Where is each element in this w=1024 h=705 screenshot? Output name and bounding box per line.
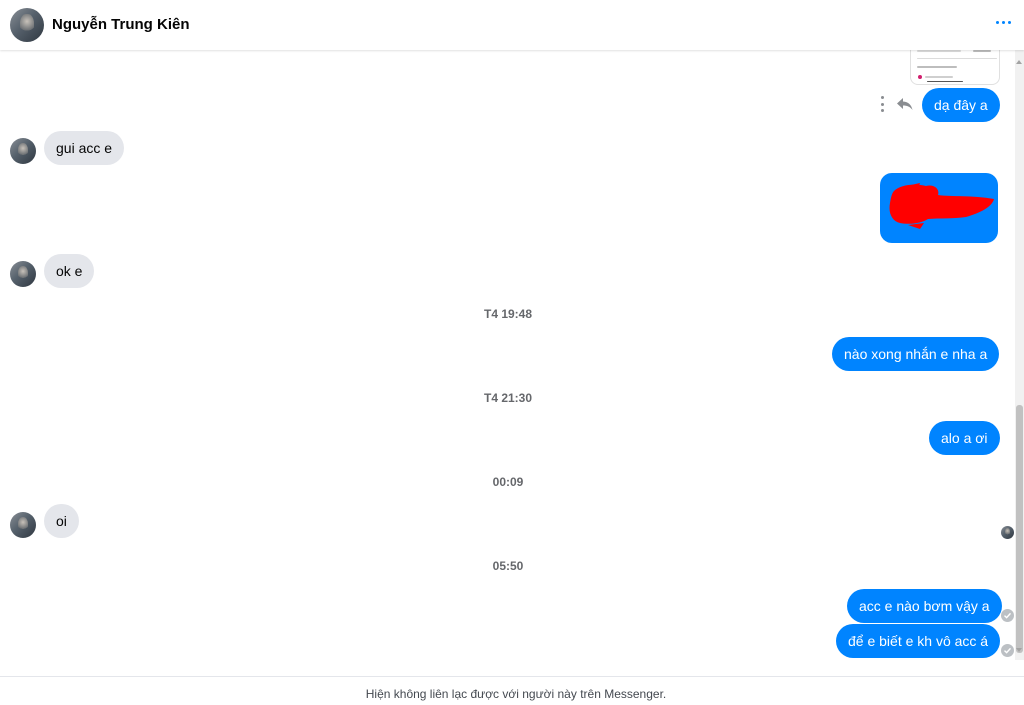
seen-indicator-avatar [1001,526,1014,539]
incoming-message[interactable]: gui acc e [44,131,125,165]
scroll-up-arrow-icon[interactable] [1016,60,1022,64]
reply-icon[interactable] [896,96,914,112]
timestamp-divider: 05:50 [492,559,524,573]
scrollbar[interactable] [1015,50,1024,660]
unavailable-notice: Hiện không liên lạc được với người này t… [365,687,667,701]
more-options-icon[interactable] [878,96,886,112]
outgoing-message[interactable]: dạ đây a [922,88,1000,122]
timestamp-divider: T4 21:30 [483,391,533,405]
contact-avatar[interactable] [10,138,36,164]
red-scribble [889,183,994,229]
contact-avatar[interactable] [10,512,36,538]
sent-check-icon [1001,609,1014,622]
incoming-message[interactable]: ok e [44,254,95,288]
outgoing-message[interactable]: nào xong nhắn e nha a [832,337,1000,371]
scrollbar-thumb[interactable] [1016,405,1023,653]
screenshot-image-attachment[interactable] [910,44,1000,85]
outgoing-message[interactable]: acc e nào bơm vậy a [847,589,1002,623]
incoming-message[interactable]: oi [44,504,79,538]
conversation-header: Nguyễn Trung Kiên [0,0,1024,50]
contact-avatar[interactable] [10,8,44,42]
scroll-down-arrow-icon[interactable] [1016,648,1022,652]
timestamp-divider: 00:09 [492,475,524,489]
outgoing-message[interactable]: alo a ơi [929,421,1000,455]
composer-unavailable-bar: Hiện không liên lạc được với người này t… [0,676,1024,705]
timestamp-divider: T4 19:48 [483,307,533,321]
redacted-image-attachment[interactable] [880,173,998,243]
contact-name[interactable]: Nguyễn Trung Kiên [52,16,190,33]
more-dots-icon[interactable] [992,11,1014,33]
contact-avatar[interactable] [10,261,36,287]
outgoing-message[interactable]: để e biết e kh vô acc á [836,624,1001,658]
sent-check-icon [1001,644,1014,657]
